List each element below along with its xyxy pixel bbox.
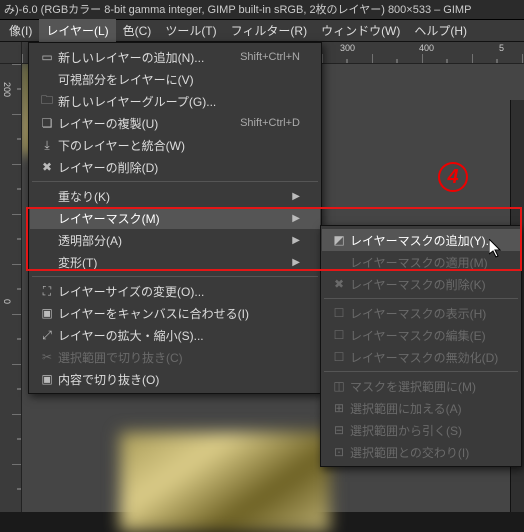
menu-layer[interactable]: レイヤー(L) xyxy=(39,19,115,42)
menu-crop-selection[interactable]: ✂ 選択範囲で切り抜き(C) xyxy=(30,346,320,368)
label: 新しいレイヤーグループ(G)... xyxy=(58,93,300,110)
submenu-arrow-icon: ▶ xyxy=(292,213,300,224)
sub-sel-icon: ⊟ xyxy=(328,423,350,437)
submenu-arrow-icon: ▶ xyxy=(292,257,300,268)
checkbox-icon: ☐ xyxy=(328,350,350,364)
submenu-arrow-icon: ▶ xyxy=(292,235,300,246)
menu-mask-to-selection[interactable]: ◫ マスクを選択範囲に(M) xyxy=(322,375,520,397)
menu-tools[interactable]: ツール(T) xyxy=(158,19,223,42)
menu-scale-layer[interactable]: ⤢ レイヤーの拡大・縮小(S)... xyxy=(30,324,320,346)
label: 選択範囲から引く(S) xyxy=(350,422,500,439)
layer-menu: ▭ 新しいレイヤーの追加(N)... Shift+Ctrl+N 可視部分をレイヤ… xyxy=(28,42,322,394)
layer-mask-submenu: ◩ レイヤーマスクの追加(Y)... レイヤーマスクの適用(M) ✖ レイヤーマ… xyxy=(320,225,522,467)
separator xyxy=(32,276,318,277)
label: 透明部分(A) xyxy=(58,232,278,249)
new-layer-icon: ▭ xyxy=(36,50,58,64)
label: レイヤーマスクの適用(M) xyxy=(350,254,500,271)
crop-sel-icon: ✂ xyxy=(36,350,58,364)
label: レイヤーの削除(D) xyxy=(58,159,300,176)
menu-filters[interactable]: フィルター(R) xyxy=(224,19,314,42)
menu-boundary-submenu[interactable]: 重なり(K) ▶ xyxy=(30,185,320,207)
label: レイヤーの拡大・縮小(S)... xyxy=(58,327,300,344)
ruler-tick: 0 xyxy=(2,299,12,304)
ruler-tick: 5 xyxy=(499,43,504,53)
submenu-arrow-icon: ▶ xyxy=(292,191,300,202)
menu-duplicate-layer[interactable]: ❏ レイヤーの複製(U) Shift+Ctrl+D xyxy=(30,112,320,134)
menu-edit-mask[interactable]: ☐ レイヤーマスクの編集(E) xyxy=(322,324,520,346)
duplicate-icon: ❏ xyxy=(36,116,58,130)
intersect-sel-icon: ⊡ xyxy=(328,445,350,459)
menu-layer-size[interactable]: ⛶ レイヤーサイズの変更(O)... xyxy=(30,280,320,302)
delete-mask-icon: ✖ xyxy=(328,277,350,291)
group-icon: 🗀 xyxy=(36,91,58,112)
label: レイヤーマスクの表示(H) xyxy=(350,305,500,322)
label: 下のレイヤーと統合(W) xyxy=(58,137,300,154)
label: 選択範囲で切り抜き(C) xyxy=(58,349,300,366)
menu-new-layer[interactable]: ▭ 新しいレイヤーの追加(N)... Shift+Ctrl+N xyxy=(30,46,320,68)
menu-image[interactable]: 像(I) xyxy=(2,19,39,42)
menu-transparency-submenu[interactable]: 透明部分(A) ▶ xyxy=(30,229,320,251)
label: レイヤーをキャンバスに合わせる(I) xyxy=(58,305,300,322)
menu-layer-mask-submenu[interactable]: レイヤーマスク(M) ▶ xyxy=(30,207,320,229)
delete-icon: ✖ xyxy=(36,160,58,174)
label: 重なり(K) xyxy=(58,188,278,205)
label: レイヤーマスク(M) xyxy=(58,210,278,227)
menu-merge-down[interactable]: ⤓ 下のレイヤーと統合(W) xyxy=(30,134,320,156)
menu-fit-canvas[interactable]: ▣ レイヤーをキャンバスに合わせる(I) xyxy=(30,302,320,324)
menu-subtract-selection[interactable]: ⊟ 選択範囲から引く(S) xyxy=(322,419,520,441)
menu-colors[interactable]: 色(C) xyxy=(116,19,159,42)
label: レイヤーサイズの変更(O)... xyxy=(58,283,300,300)
ruler-tick: 400 xyxy=(419,43,434,53)
ruler-tick: 200 xyxy=(2,82,12,97)
menubar: 像(I) レイヤー(L) 色(C) ツール(T) フィルター(R) ウィンドウ(… xyxy=(0,20,524,42)
label: 新しいレイヤーの追加(N)... xyxy=(58,49,212,66)
ruler-tick: 300 xyxy=(340,43,355,53)
menu-new-from-visible[interactable]: 可視部分をレイヤーに(V) xyxy=(30,68,320,90)
ruler-corner xyxy=(0,42,22,64)
label: レイヤーマスクの編集(E) xyxy=(350,327,500,344)
menu-delete-mask[interactable]: ✖ レイヤーマスクの削除(K) xyxy=(322,273,520,295)
window-title: み)-6.0 (RGBカラー 8-bit gamma integer, GIMP… xyxy=(0,0,524,20)
menu-windows[interactable]: ウィンドウ(W) xyxy=(314,19,407,42)
menu-show-mask[interactable]: ☐ レイヤーマスクの表示(H) xyxy=(322,302,520,324)
checkbox-icon: ☐ xyxy=(328,328,350,342)
menu-apply-mask[interactable]: レイヤーマスクの適用(M) xyxy=(322,251,520,273)
accelerator: Shift+Ctrl+D xyxy=(240,117,300,129)
ruler-vertical: 0 200 xyxy=(0,64,22,512)
add-sel-icon: ⊞ xyxy=(328,401,350,415)
menu-intersect-selection[interactable]: ⊡ 選択範囲との交わり(I) xyxy=(322,441,520,463)
fit-icon: ▣ xyxy=(36,306,58,320)
label: 選択範囲との交わり(I) xyxy=(350,444,500,461)
label: 内容で切り抜き(O) xyxy=(58,371,300,388)
menu-disable-mask[interactable]: ☐ レイヤーマスクの無効化(D) xyxy=(322,346,520,368)
add-mask-icon: ◩ xyxy=(328,233,350,247)
label: レイヤーの複製(U) xyxy=(58,115,212,132)
label: レイヤーマスクの削除(K) xyxy=(350,276,500,293)
menu-help[interactable]: ヘルプ(H) xyxy=(407,19,474,42)
label: マスクを選択範囲に(M) xyxy=(350,378,500,395)
resize-icon: ⛶ xyxy=(36,284,58,299)
menu-crop-content[interactable]: ▣ 内容で切り抜き(O) xyxy=(30,368,320,390)
label: 変形(T) xyxy=(58,254,278,271)
separator xyxy=(324,371,518,372)
label: 選択範囲に加える(A) xyxy=(350,400,500,417)
image-thumbnail-2 xyxy=(120,432,330,532)
separator xyxy=(324,298,518,299)
crop-content-icon: ▣ xyxy=(36,372,58,386)
label: 可視部分をレイヤーに(V) xyxy=(58,71,300,88)
label: レイヤーマスクの追加(Y)... xyxy=(350,232,500,249)
label: レイヤーマスクの無効化(D) xyxy=(350,349,500,366)
menu-delete-layer[interactable]: ✖ レイヤーの削除(D) xyxy=(30,156,320,178)
accelerator: Shift+Ctrl+N xyxy=(240,51,300,63)
mask-to-sel-icon: ◫ xyxy=(328,379,350,393)
checkbox-icon: ☐ xyxy=(328,306,350,320)
separator xyxy=(32,181,318,182)
scale-icon: ⤢ xyxy=(36,328,58,343)
menu-new-group[interactable]: 🗀 新しいレイヤーグループ(G)... xyxy=(30,90,320,112)
menu-transform-submenu[interactable]: 変形(T) ▶ xyxy=(30,251,320,273)
menu-add-mask[interactable]: ◩ レイヤーマスクの追加(Y)... xyxy=(322,229,520,251)
menu-add-to-selection[interactable]: ⊞ 選択範囲に加える(A) xyxy=(322,397,520,419)
merge-down-icon: ⤓ xyxy=(36,138,58,153)
